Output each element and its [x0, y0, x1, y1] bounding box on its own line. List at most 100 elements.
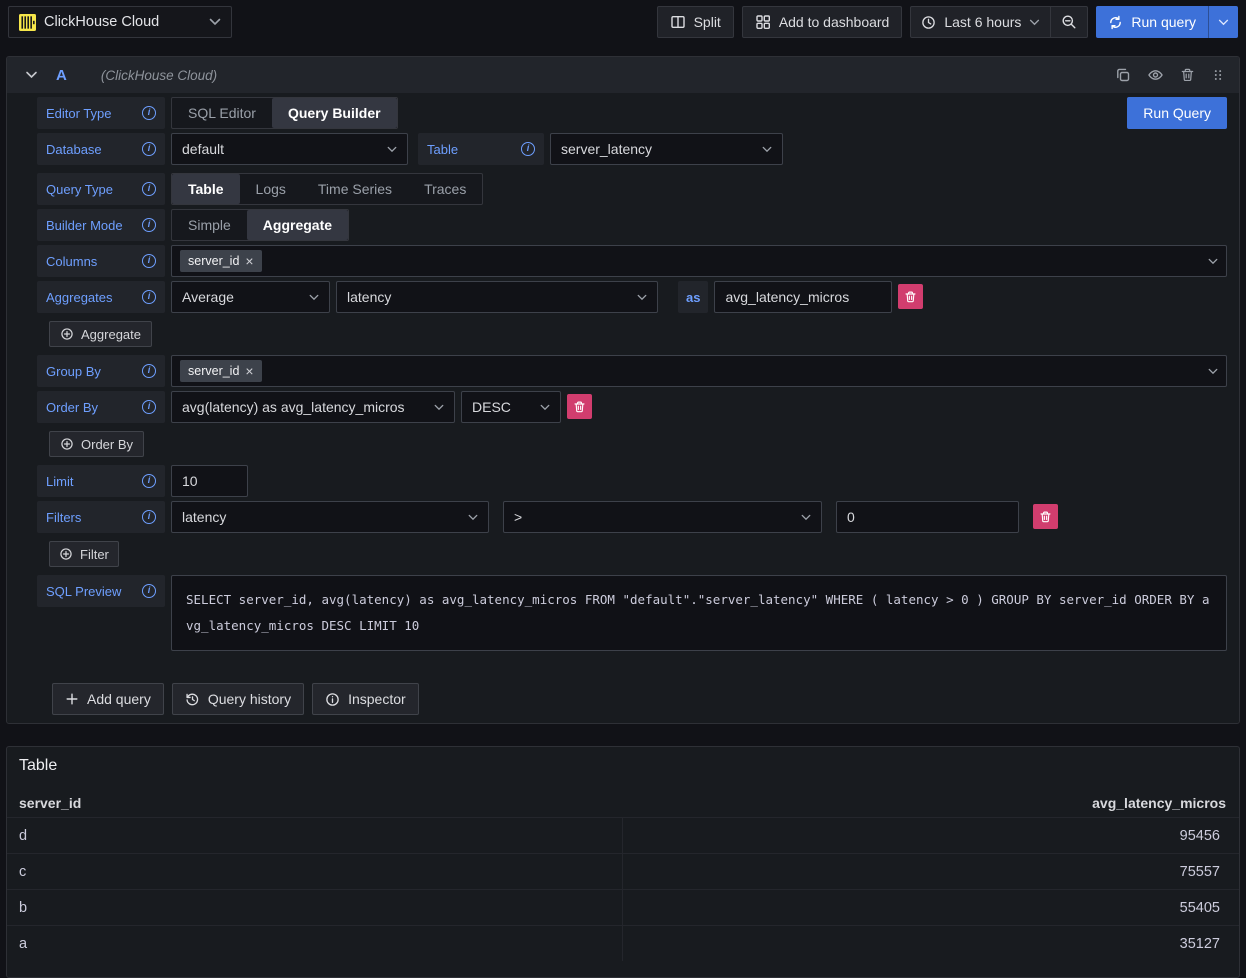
info-icon[interactable]: i — [142, 290, 156, 304]
builder-run-query-button[interactable]: Run Query — [1127, 97, 1227, 129]
query-type-time-series[interactable]: Time Series — [302, 174, 408, 204]
column-header-avg-latency-micros[interactable]: avg_latency_micros — [623, 795, 1227, 811]
add-filter-button[interactable]: Filter — [49, 541, 119, 567]
order-by-direction-select[interactable]: DESC — [461, 391, 561, 423]
history-icon — [185, 692, 200, 707]
columns-multiselect[interactable]: server_id × — [171, 245, 1227, 277]
info-icon[interactable]: i — [142, 474, 156, 488]
result-panel-title: Table — [7, 755, 1239, 775]
table-result-panel: Table server_id avg_latency_micros d 954… — [6, 746, 1240, 978]
chevron-down-icon — [1218, 19, 1229, 26]
query-history-button[interactable]: Query history — [172, 683, 304, 715]
drag-handle-icon[interactable] — [1211, 67, 1225, 83]
table-row: c 75557 — [7, 853, 1239, 889]
builder-mode-simple[interactable]: Simple — [172, 210, 247, 240]
hide-response-eye-icon[interactable] — [1147, 67, 1164, 83]
explore-toolbar: ClickHouse Cloud Split Add to dashboard — [0, 0, 1246, 44]
remove-chip-icon[interactable]: × — [245, 364, 253, 378]
builder-mode-aggregate[interactable]: Aggregate — [247, 210, 348, 240]
limit-input[interactable]: 10 — [171, 465, 248, 497]
columns-label: Columns i — [37, 245, 165, 277]
info-icon[interactable]: i — [142, 218, 156, 232]
sql-preview-text: SELECT server_id, avg(latency) as avg_la… — [171, 575, 1227, 651]
cell-avg-latency: 95456 — [623, 818, 1239, 853]
search-minus-icon — [1061, 14, 1077, 30]
datasource-picker[interactable]: ClickHouse Cloud — [8, 6, 232, 38]
add-order-by-button[interactable]: Order By — [49, 431, 144, 457]
split-button[interactable]: Split — [657, 6, 734, 38]
inspector-button[interactable]: Inspector — [312, 683, 419, 715]
order-by-label: Order By i — [37, 391, 165, 423]
info-icon[interactable]: i — [142, 510, 156, 524]
run-query-options-button[interactable] — [1208, 6, 1238, 38]
info-icon[interactable]: i — [521, 142, 535, 156]
chevron-down-icon — [1208, 368, 1218, 375]
chevron-down-icon — [801, 514, 811, 521]
info-icon[interactable]: i — [142, 254, 156, 268]
database-select[interactable]: default — [171, 133, 408, 165]
editor-type-sql-editor[interactable]: SQL Editor — [172, 98, 272, 128]
remove-aggregate-button[interactable] — [898, 284, 923, 309]
cell-server-id: b — [7, 890, 623, 925]
aggregate-column-select[interactable]: latency — [336, 281, 658, 313]
query-editor-panel: A (ClickHouse Cloud) — [6, 56, 1240, 724]
group-by-chip: server_id × — [180, 360, 262, 382]
chevron-down-icon — [209, 18, 221, 26]
add-to-dashboard-button[interactable]: Add to dashboard — [742, 6, 903, 38]
aggregate-alias-input[interactable]: avg_latency_micros — [714, 281, 892, 313]
query-type-logs[interactable]: Logs — [240, 174, 302, 204]
delete-query-icon[interactable] — [1180, 67, 1195, 83]
table-row: d 95456 — [7, 817, 1239, 853]
order-by-field-select[interactable]: avg(latency) as avg_latency_micros — [171, 391, 455, 423]
run-query-button[interactable]: Run query — [1096, 6, 1208, 38]
info-icon[interactable]: i — [142, 400, 156, 414]
chevron-down-icon — [540, 404, 550, 411]
query-type-table[interactable]: Table — [172, 174, 240, 204]
chevron-down-icon — [1029, 19, 1040, 26]
chevron-down-icon — [468, 514, 478, 521]
query-row-header: A (ClickHouse Cloud) — [7, 57, 1239, 93]
info-icon[interactable]: i — [142, 584, 156, 598]
remove-chip-icon[interactable]: × — [245, 254, 253, 268]
cell-avg-latency: 75557 — [623, 854, 1239, 889]
filter-operator-select[interactable]: > — [503, 501, 822, 533]
plus-icon — [65, 692, 79, 706]
aggregate-function-select[interactable]: Average — [171, 281, 330, 313]
table-select[interactable]: server_latency — [550, 133, 783, 165]
editor-type-radio-group: SQL Editor Query Builder — [171, 97, 398, 129]
sql-preview-label: SQL Preview i — [37, 575, 165, 607]
builder-mode-radio-group: Simple Aggregate — [171, 209, 349, 241]
add-aggregate-button[interactable]: Aggregate — [49, 321, 152, 347]
add-query-button[interactable]: Add query — [52, 683, 164, 715]
editor-type-query-builder[interactable]: Query Builder — [272, 98, 397, 128]
cell-server-id: d — [7, 818, 623, 853]
group-by-multiselect[interactable]: server_id × — [171, 355, 1227, 387]
time-range-label: Last 6 hours — [944, 14, 1021, 30]
filter-value-input[interactable]: 0 — [836, 501, 1019, 533]
clickhouse-logo-icon — [19, 14, 36, 31]
chevron-down-icon — [637, 294, 647, 301]
chevron-down-icon — [387, 146, 397, 153]
query-ref-id[interactable]: A — [56, 67, 67, 84]
zoom-out-time-button[interactable] — [1050, 7, 1087, 37]
time-picker-group: Last 6 hours — [910, 6, 1088, 38]
query-type-traces[interactable]: Traces — [408, 174, 482, 204]
column-header-server-id[interactable]: server_id — [19, 795, 623, 811]
info-icon[interactable]: i — [142, 182, 156, 196]
filter-column-select[interactable]: latency — [171, 501, 489, 533]
remove-filter-button[interactable] — [1033, 504, 1058, 529]
column-chip: server_id × — [180, 250, 262, 272]
result-table: server_id avg_latency_micros d 95456 c 7… — [7, 789, 1239, 961]
info-icon[interactable]: i — [142, 106, 156, 120]
collapse-chevron-icon[interactable] — [25, 71, 38, 79]
time-range-button[interactable]: Last 6 hours — [911, 7, 1050, 37]
info-icon[interactable]: i — [142, 364, 156, 378]
query-type-radio-group: Table Logs Time Series Traces — [171, 173, 483, 205]
remove-order-by-button[interactable] — [567, 394, 592, 419]
duplicate-query-icon[interactable] — [1115, 67, 1131, 83]
cell-server-id: c — [7, 854, 623, 889]
query-actions-row: Add query Query history Inspector — [37, 655, 1227, 715]
info-icon[interactable]: i — [142, 142, 156, 156]
trash-icon — [1039, 510, 1052, 524]
info-circle-icon — [325, 692, 340, 707]
